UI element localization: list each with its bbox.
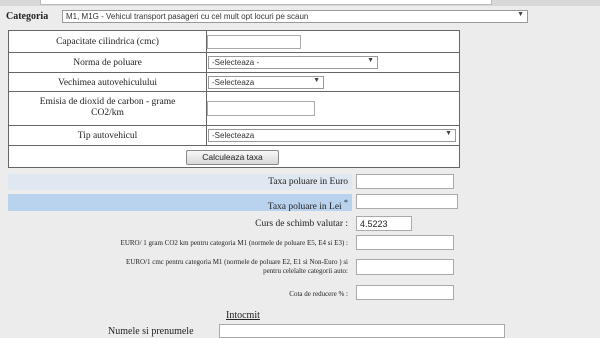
- row-emisia: Emisia de dioxid de carbon - grame CO2/k…: [9, 92, 459, 126]
- tip-selected: -Selecteaza: [212, 131, 255, 140]
- cota-label: Cota de reducere % :: [289, 290, 348, 298]
- euro-co2-label: EURO/ 1 gram CO2 km pentru categoria M1 …: [120, 239, 348, 247]
- euro-co2-output: [356, 235, 454, 250]
- cota-output: [356, 285, 454, 300]
- intocmit-heading: Intocmit: [226, 310, 260, 321]
- categorie-label: Categoria: [6, 11, 49, 22]
- taxa-lei-text: Taxa poluare in Lei: [267, 202, 342, 213]
- capacitate-input[interactable]: [207, 35, 301, 49]
- taxa-lei-marker: *: [344, 198, 348, 207]
- row-capacitate: Capacitate cilindrica (cmc): [9, 31, 459, 53]
- vechime-label: Vechimea autovehiculului: [58, 78, 157, 88]
- euro-cmc-label: EURO/1 cmc pentru categoria M1 (normele …: [126, 258, 348, 275]
- chevron-down-icon: ▼: [517, 11, 524, 18]
- calculeaza-button[interactable]: Calculeaza taxa: [186, 150, 279, 165]
- row-norma: Norma de poluare -Selecteaza - ▼: [9, 53, 459, 73]
- categorie-selected: M1, M1G - Vehicul transport pasageri cu …: [66, 12, 309, 21]
- curs-label: Curs de schimb valutar :: [255, 219, 348, 229]
- row-tip: Tip autovehicul -Selecteaza ▼: [9, 126, 459, 146]
- calculator-form: Capacitate cilindrica (cmc) Norma de pol…: [8, 30, 460, 168]
- tip-label: Tip autovehicul: [77, 131, 138, 141]
- taxa-euro-text: Taxa poluare in Euro: [268, 177, 348, 187]
- taxa-euro-label: Taxa poluare in Euro: [8, 174, 352, 190]
- row-divider: [206, 53, 207, 72]
- norma-label: Norma de poluare: [73, 58, 142, 68]
- row-divider: [206, 73, 207, 91]
- row-divider: [206, 126, 207, 145]
- taxa-lei-output: [356, 194, 458, 209]
- top-strip: [40, 0, 492, 5]
- categorie-select[interactable]: M1, M1G - Vehicul transport pasageri cu …: [62, 10, 528, 23]
- norma-select[interactable]: -Selecteaza - ▼: [208, 56, 378, 69]
- taxa-lei-label: Taxa poluare in Lei *: [8, 194, 352, 213]
- capacitate-label: Capacitate cilindrica (cmc): [56, 37, 159, 47]
- row-vechime: Vechimea autovehiculului -Selecteaza ▼: [9, 73, 459, 92]
- nume-label: Numele si prenumele: [108, 326, 194, 337]
- vechime-select[interactable]: -Selecteaza ▼: [208, 76, 324, 89]
- chevron-down-icon: ▼: [445, 130, 452, 137]
- euro-cmc-output: [356, 259, 454, 275]
- emisia-label: Emisia de dioxid de carbon - grame CO2/k…: [39, 97, 176, 118]
- curs-input[interactable]: 4.5223: [356, 216, 412, 231]
- taxa-euro-output: [356, 174, 454, 189]
- emisia-input[interactable]: [207, 101, 315, 116]
- tip-select[interactable]: -Selecteaza ▼: [208, 129, 456, 142]
- norma-selected: -Selecteaza -: [212, 58, 260, 67]
- top-bar: [0, 0, 600, 6]
- nume-input[interactable]: [219, 324, 505, 338]
- chevron-down-icon: ▼: [367, 57, 374, 64]
- vechime-selected: -Selecteaza: [212, 78, 255, 87]
- chevron-down-icon: ▼: [313, 77, 320, 84]
